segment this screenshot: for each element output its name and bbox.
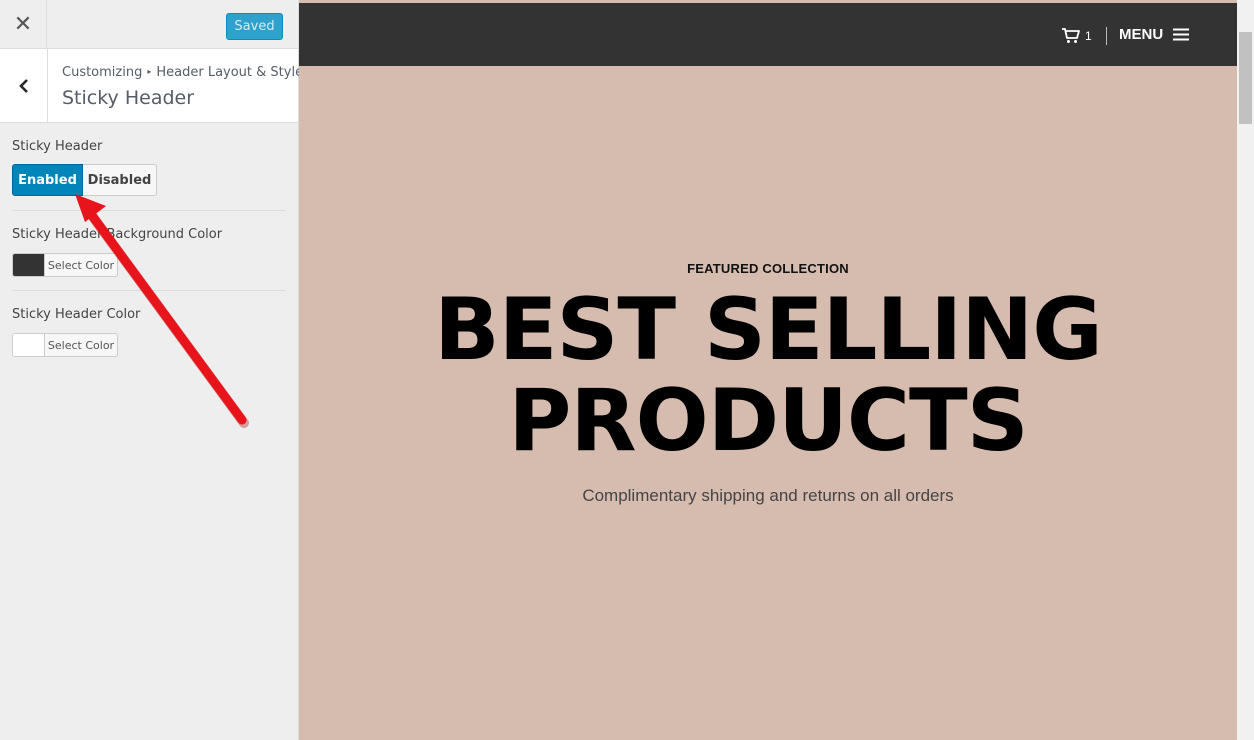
menu-button[interactable]: MENU	[1119, 26, 1190, 43]
text-color-label: Sticky Header Color	[12, 307, 141, 322]
hero-subtitle: Complimentary shipping and returns on al…	[582, 486, 954, 505]
customizer-topbar: ✕ Saved	[0, 0, 298, 49]
customizer-sidebar: ✕ Saved Customizing ▸ Header Layout & Styl…	[0, 0, 303, 740]
divider	[12, 290, 286, 291]
close-button[interactable]: ✕	[0, 0, 47, 48]
text-color-picker[interactable]: Select Color	[12, 333, 118, 357]
breadcrumb-item: Customizing	[62, 65, 143, 80]
hero-headline: BEST SELLING PRODUCTS	[434, 280, 1103, 471]
cart-count: 1	[1085, 28, 1092, 43]
scrollbar-thumb[interactable]	[1239, 32, 1252, 124]
site-preview: 1 MENU FEATURED COLLECTION BEST SELLING …	[299, 0, 1254, 740]
sticky-header-preview: 1 MENU	[299, 3, 1237, 66]
sticky-header-toggle: Enabled Disabled	[12, 164, 157, 196]
breadcrumb: Customizing ▸ Header Layout & Style	[62, 65, 303, 80]
back-button[interactable]	[0, 49, 48, 122]
sticky-header-label: Sticky Header	[12, 139, 103, 154]
close-icon: ✕	[13, 11, 33, 36]
cart-icon	[1062, 28, 1080, 43]
text-color-swatch	[13, 334, 45, 356]
bg-color-picker[interactable]: Select Color	[12, 253, 118, 277]
bg-color-label: Sticky Header Background Color	[12, 227, 223, 242]
enabled-button[interactable]: Enabled	[12, 164, 83, 196]
breadcrumb-item: Header Layout & Style	[156, 65, 304, 80]
select-color-text: Select Color	[47, 258, 115, 272]
preview-scrollbar[interactable]	[1237, 0, 1254, 740]
header-divider	[1106, 27, 1107, 45]
select-color-text: Select Color	[47, 338, 115, 352]
saved-button[interactable]: Saved	[226, 13, 283, 40]
hamburger-icon	[1173, 28, 1190, 41]
divider	[12, 210, 286, 211]
menu-label: MENU	[1119, 26, 1164, 43]
section-title: Sticky Header	[62, 87, 195, 109]
breadcrumb-separator: ▸	[147, 67, 152, 76]
chevron-left-icon	[18, 78, 28, 93]
section-header: Customizing ▸ Header Layout & Style Sticky…	[0, 49, 303, 123]
featured-collection-label: FEATURED COLLECTION	[687, 261, 849, 276]
disabled-button[interactable]: Disabled	[83, 164, 157, 196]
bg-color-swatch	[13, 254, 45, 276]
cart-button[interactable]: 1	[1061, 27, 1092, 44]
